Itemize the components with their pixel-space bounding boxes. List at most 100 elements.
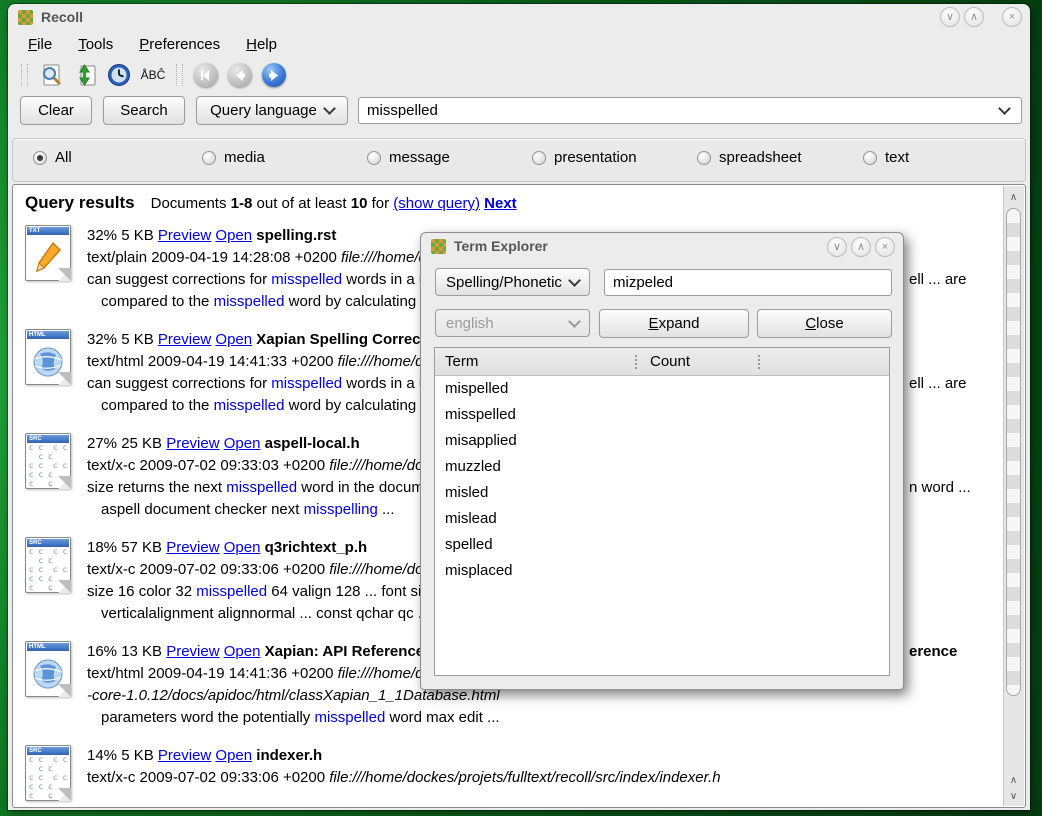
update-index-icon[interactable] xyxy=(71,61,99,89)
menu-tools[interactable]: Tools xyxy=(66,33,127,56)
radio-icon[interactable] xyxy=(202,151,216,165)
term-row[interactable]: misapplied xyxy=(435,428,889,454)
spell-glyph: ÅBĈ xyxy=(141,68,166,82)
menu-file[interactable]: File xyxy=(16,33,66,56)
term-row[interactable]: spelled xyxy=(435,532,889,558)
result-link[interactable]: Preview xyxy=(158,227,211,244)
result-link[interactable]: Open xyxy=(224,643,261,660)
text-segment: 14% 5 KB xyxy=(87,747,158,764)
result-link[interactable]: Open xyxy=(215,331,252,348)
term-row[interactable]: misplaced xyxy=(435,558,889,584)
text-segment: 16% 13 KB xyxy=(87,643,166,660)
radio-icon[interactable] xyxy=(697,151,711,165)
filter-radio-message[interactable]: message xyxy=(367,149,450,166)
txt-file-icon: TXT xyxy=(25,225,71,281)
result-link[interactable]: Next xyxy=(484,195,517,212)
term-row[interactable]: misled xyxy=(435,480,889,506)
window-title: Recoll xyxy=(41,9,83,25)
term-row[interactable]: muzzled xyxy=(435,454,889,480)
text-segment: out of at least xyxy=(252,195,350,212)
language-dropdown[interactable]: english xyxy=(435,309,590,337)
term-table: Term Count mispelledmisspelledmisapplied… xyxy=(434,347,890,676)
column-header-count[interactable]: Count xyxy=(650,353,690,370)
result-link[interactable]: (show query) xyxy=(393,195,480,212)
scroll-up-icon-bottom[interactable]: ∧ xyxy=(1005,773,1022,788)
result-link[interactable]: Open xyxy=(224,539,261,556)
search-combobox[interactable] xyxy=(358,97,1022,124)
te-close-button[interactable]: × xyxy=(875,237,895,257)
minimize-button[interactable]: ∨ xyxy=(940,7,960,27)
text-segment: text/x-c 2009-07-02 09:33:06 +0200 xyxy=(87,561,329,578)
scroll-down-icon[interactable]: ∨ xyxy=(1005,789,1022,804)
scrollbar-thumb[interactable] xyxy=(1006,208,1021,696)
radio-icon[interactable] xyxy=(863,151,877,165)
filter-radio-presentation[interactable]: presentation xyxy=(532,149,637,166)
previous-page-icon[interactable] xyxy=(226,61,254,89)
term-input[interactable] xyxy=(604,269,892,296)
text-segment: verticalalignment alignnormal ... const … xyxy=(101,605,430,622)
result-link[interactable]: Preview xyxy=(166,435,219,452)
toolbar-handle[interactable] xyxy=(21,64,28,86)
text-segment: misspelled xyxy=(226,479,297,496)
radio-icon[interactable] xyxy=(532,151,546,165)
sort-by-date-icon[interactable] xyxy=(105,61,133,89)
filter-radio-media[interactable]: media xyxy=(202,149,265,166)
term-row[interactable]: mislead xyxy=(435,506,889,532)
filter-radio-spreadsheet[interactable]: spreadsheet xyxy=(697,149,802,166)
text-segment: misspelled xyxy=(196,583,267,600)
result-link[interactable]: Open xyxy=(224,435,261,452)
term-row[interactable]: misspelled xyxy=(435,402,889,428)
combo-chevron-down-icon[interactable] xyxy=(998,102,1011,115)
page-fold xyxy=(58,372,71,385)
column-separator[interactable] xyxy=(635,355,638,369)
search-button[interactable]: Search xyxy=(103,96,185,125)
clear-search-icon[interactable] xyxy=(37,61,65,89)
toolbar: ÅBĈ xyxy=(8,58,1030,92)
result-overflow-fragment: n word ... xyxy=(909,477,971,499)
next-page-icon[interactable] xyxy=(260,61,288,89)
result-link[interactable]: Open xyxy=(215,227,252,244)
text-segment: Documents xyxy=(151,195,231,212)
result-link[interactable]: Open xyxy=(215,747,252,764)
result-link[interactable]: Preview xyxy=(166,539,219,556)
search-input[interactable] xyxy=(359,102,992,119)
column-separator-2[interactable] xyxy=(758,355,761,369)
term-row[interactable]: mispelled xyxy=(435,376,889,402)
filter-radio-text[interactable]: text xyxy=(863,149,909,166)
file-icon-label: TXT xyxy=(27,227,69,235)
toolbar-handle-2[interactable] xyxy=(176,64,183,86)
page-fold xyxy=(58,268,71,281)
query-language-dropdown[interactable]: Query language xyxy=(196,96,348,125)
column-header-term[interactable]: Term xyxy=(435,353,635,370)
text-segment: misspelled xyxy=(271,375,342,392)
term-explorer-titlebar[interactable]: Term Explorer ∨ ∧ × xyxy=(421,233,903,259)
radio-icon[interactable] xyxy=(367,151,381,165)
result-link[interactable]: Preview xyxy=(158,747,211,764)
first-page-icon[interactable] xyxy=(192,61,220,89)
close-dialog-button[interactable]: Close xyxy=(757,309,892,338)
results-scrollbar[interactable]: ∧ ∧ ∨ xyxy=(1003,186,1024,806)
result-link[interactable]: Preview xyxy=(166,643,219,660)
radio-icon[interactable] xyxy=(33,151,47,165)
spell-term-explorer-icon[interactable]: ÅBĈ xyxy=(139,61,167,89)
expansion-mode-dropdown[interactable]: Spelling/Phonetic xyxy=(435,268,590,296)
expand-button[interactable]: Expand xyxy=(599,309,749,338)
results-summary: Documents 1-8 out of at least 10 for (sh… xyxy=(151,195,517,212)
results-header: Query results Documents 1-8 out of at le… xyxy=(21,193,1003,213)
clear-button[interactable]: Clear xyxy=(20,96,92,125)
result-link[interactable]: Preview xyxy=(158,331,211,348)
menu-preferences[interactable]: Preferences xyxy=(127,33,234,56)
filter-label: media xyxy=(224,149,265,166)
menu-help[interactable]: Help xyxy=(234,33,291,56)
maximize-button[interactable]: ∧ xyxy=(964,7,984,27)
scroll-up-icon[interactable]: ∧ xyxy=(1005,190,1022,205)
html-file-icon: HTML xyxy=(25,329,71,385)
te-maximize-button[interactable]: ∧ xyxy=(851,237,871,257)
filter-radio-all[interactable]: All xyxy=(33,149,72,166)
filter-label: spreadsheet xyxy=(719,149,802,166)
te-minimize-button[interactable]: ∨ xyxy=(827,237,847,257)
close-button[interactable]: × xyxy=(1002,7,1022,27)
text-segment: 32% 5 KB xyxy=(87,331,158,348)
text-segment: 27% 25 KB xyxy=(87,435,166,452)
main-titlebar[interactable]: Recoll ∨ ∧ × xyxy=(8,4,1030,30)
